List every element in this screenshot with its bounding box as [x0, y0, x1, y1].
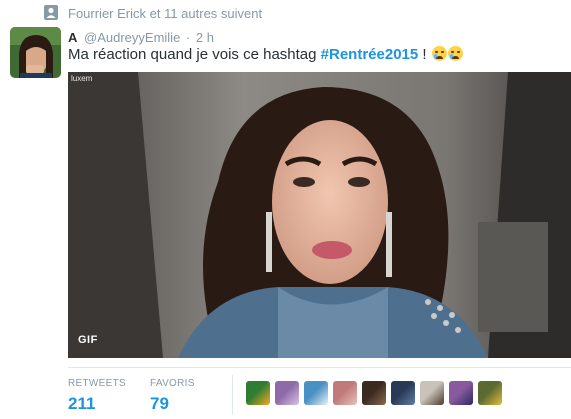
favoriter-avatar[interactable]	[420, 381, 444, 405]
retweets-label: RETWEETS	[68, 378, 126, 389]
favorites-count[interactable]: 79	[150, 394, 195, 414]
favorites-label: FAVORIS	[150, 378, 195, 389]
favoriter-avatar[interactable]	[333, 381, 357, 405]
tweet-timestamp[interactable]: 2 h	[196, 30, 214, 45]
gif-badge: GIF	[78, 334, 98, 346]
gif-media[interactable]: luxem GIF	[68, 72, 571, 358]
tweet-header: A @AudreyyEmilie · 2 h	[68, 30, 214, 46]
favoriter-avatar[interactable]	[246, 381, 270, 405]
gif-frame	[68, 72, 571, 358]
favoriter-avatar[interactable]	[275, 381, 299, 405]
stats-vertical-divider	[232, 375, 233, 415]
retweets-stat[interactable]: RETWEETS 211	[68, 378, 126, 414]
favoriter-avatar[interactable]	[391, 381, 415, 405]
author-name[interactable]: A	[68, 30, 77, 45]
person-icon	[44, 5, 58, 20]
retweets-count[interactable]: 211	[68, 394, 126, 414]
favoriter-avatar[interactable]	[478, 381, 502, 405]
favoriter-avatar[interactable]	[304, 381, 328, 405]
social-context-text[interactable]: Fourrier Erick et 11 autres suivent	[68, 6, 262, 21]
favorites-stat[interactable]: FAVORIS 79	[150, 378, 195, 414]
crying-face-icon	[431, 46, 447, 61]
hashtag-link[interactable]: #Rentrée2015	[321, 46, 419, 63]
author-handle[interactable]: @AudreyyEmilie	[84, 30, 180, 45]
header-separator: ·	[185, 30, 191, 45]
crying-face-icon	[447, 46, 463, 61]
stats-divider	[68, 367, 571, 368]
author-avatar[interactable]	[10, 27, 61, 78]
social-context: Fourrier Erick et 11 autres suivent	[0, 0, 571, 26]
tweet-text: Ma réaction quand je vois ce hashtag #Re…	[68, 46, 463, 63]
tweet-text-after: !	[418, 46, 427, 63]
favoriter-avatar[interactable]	[362, 381, 386, 405]
media-watermark: luxem	[71, 74, 93, 83]
favoriter-avatar[interactable]	[449, 381, 473, 405]
tweet-text-before: Ma réaction quand je vois ce hashtag	[68, 46, 321, 63]
